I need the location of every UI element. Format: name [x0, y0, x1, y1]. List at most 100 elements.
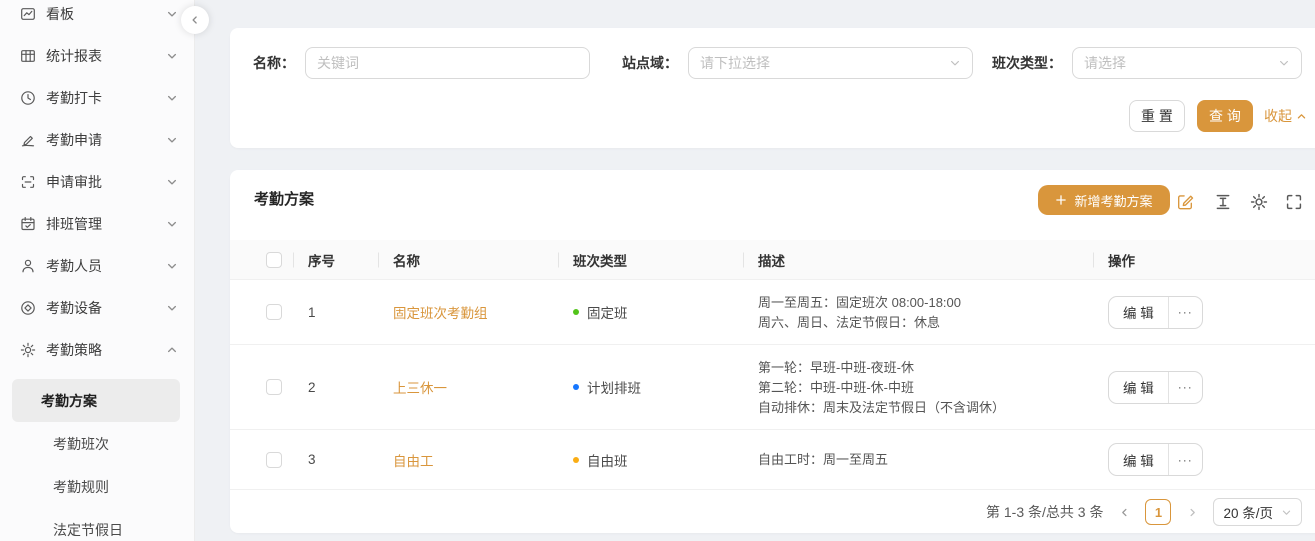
plus-icon	[1055, 194, 1067, 206]
calendar-icon	[20, 216, 36, 232]
name-field-label: 名称：	[247, 53, 295, 73]
edit-button[interactable]: 编 辑	[1109, 297, 1169, 328]
sidebar-item-request[interactable]: 考勤申请	[0, 119, 194, 161]
column-header-name: 名称	[387, 250, 567, 270]
chevron-up-icon	[1296, 111, 1307, 122]
description-line: 周六、周日、法定节假日：休息	[758, 314, 1102, 331]
chevron-left-icon	[189, 14, 201, 26]
pagination-prev-button[interactable]	[1113, 501, 1135, 523]
edit-button[interactable]: 编 辑	[1109, 372, 1169, 403]
sidebar-item-approval[interactable]: 申请审批	[0, 161, 194, 203]
pen-icon	[20, 132, 36, 148]
sidebar-item-personnel[interactable]: 考勤人员	[0, 245, 194, 287]
description-cell: 周一至周五：固定班次 08:00-18:00 周六、周日、法定节假日：休息	[752, 294, 1102, 331]
sidebar-item-label: 考勤打卡	[46, 88, 166, 108]
page-size-value: 20 条/页	[1223, 502, 1273, 522]
edit-button[interactable]: 编 辑	[1109, 444, 1169, 475]
report-table-icon	[20, 48, 36, 64]
status-dot	[573, 457, 579, 463]
site-select[interactable]: 请下拉选择	[688, 47, 973, 79]
sidebar-item-dashboard[interactable]: 看板	[0, 0, 194, 35]
fullscreen-icon[interactable]	[1285, 193, 1303, 211]
pagination-page-1[interactable]: 1	[1145, 499, 1171, 525]
shift-type-select[interactable]: 请选择	[1072, 47, 1302, 79]
sidebar-item-label: 考勤申请	[46, 130, 166, 150]
column-header-actions: 操作	[1102, 250, 1315, 270]
row-checkbox[interactable]	[266, 452, 282, 468]
plan-name-link[interactable]: 自由工	[393, 454, 434, 469]
attendance-plan-table: 序号 名称 班次类型 描述 操作 1 固定班次考勤组 固定班 周一至周五：固定班…	[230, 240, 1315, 490]
description-line: 第二轮：中班-中班-休-中班	[758, 379, 1102, 396]
shift-type-field-label: 班次类型：	[978, 53, 1062, 73]
table-row: 1 固定班次考勤组 固定班 周一至周五：固定班次 08:00-18:00 周六、…	[230, 280, 1315, 345]
chevron-down-icon	[166, 8, 178, 20]
chevron-down-icon	[166, 92, 178, 104]
row-select-cell	[254, 379, 302, 395]
edit-square-icon[interactable]	[1176, 193, 1194, 211]
sidebar-item-label: 统计报表	[46, 46, 166, 66]
row-no: 3	[302, 452, 387, 467]
sidebar-item-devices[interactable]: 考勤设备	[0, 287, 194, 329]
sidebar-menu: 看板 统计报表 考勤打卡	[0, 0, 194, 541]
column-header-shift-type: 班次类型	[567, 250, 752, 270]
reset-button[interactable]: 重 置	[1129, 100, 1185, 132]
column-header-desc: 描述	[752, 250, 1102, 270]
select-all-checkbox[interactable]	[266, 252, 282, 268]
row-action-group: 编 辑 ···	[1108, 443, 1203, 476]
sidebar-subitem-attendance-rules[interactable]: 考勤规则	[12, 465, 180, 508]
submenu-item-label: 法定节假日	[53, 520, 123, 540]
more-actions-button[interactable]: ···	[1169, 372, 1202, 403]
clock-icon	[20, 90, 36, 106]
plan-name-link[interactable]: 上三休一	[393, 381, 447, 396]
select-all-cell	[254, 252, 302, 268]
sidebar-subitem-attendance-plan[interactable]: 考勤方案	[12, 379, 180, 422]
site-select-placeholder: 请下拉选择	[700, 53, 949, 73]
site-field-group: 站点域： 请下拉选择	[614, 47, 973, 79]
more-actions-button[interactable]: ···	[1169, 444, 1202, 475]
gear-icon	[20, 342, 36, 358]
add-attendance-plan-button[interactable]: 新增考勤方案	[1038, 185, 1170, 215]
chevron-down-icon	[166, 218, 178, 230]
row-no: 2	[302, 380, 387, 395]
submenu-item-label: 考勤方案	[41, 391, 97, 411]
actions-cell: 编 辑 ···	[1102, 296, 1315, 329]
row-checkbox[interactable]	[266, 304, 282, 320]
shift-type-label: 自由班	[587, 450, 628, 470]
sidebar-item-clock-in[interactable]: 考勤打卡	[0, 77, 194, 119]
row-checkbox[interactable]	[266, 379, 282, 395]
pagination-next-button[interactable]	[1181, 501, 1203, 523]
description-line: 第一轮：早班-中班-夜班-休	[758, 359, 1102, 376]
sidebar-item-strategy[interactable]: 考勤策略	[0, 329, 194, 371]
sidebar-collapse-button[interactable]	[181, 6, 209, 34]
shift-type-cell: 计划排班	[567, 377, 752, 397]
attendance-plan-panel: 考勤方案 新增考勤方案 序号 名称 班次类型 描述 操作	[230, 170, 1315, 533]
search-button[interactable]: 查 询	[1197, 100, 1253, 132]
chevron-down-icon	[1281, 507, 1292, 518]
filter-actions-row: 重 置 查 询 收起	[230, 100, 1315, 132]
filter-panel: 名称： 站点域： 请下拉选择 班次类型： 请选择 重 置 查 询 收起	[230, 28, 1315, 148]
sidebar: 看板 统计报表 考勤打卡	[0, 0, 195, 541]
sidebar-item-reports[interactable]: 统计报表	[0, 35, 194, 77]
shift-type-label: 固定班	[587, 302, 628, 322]
column-header-no: 序号	[302, 250, 387, 270]
row-select-cell	[254, 452, 302, 468]
shift-type-field-group: 班次类型： 请选择	[978, 47, 1302, 79]
more-actions-button[interactable]: ···	[1169, 297, 1202, 328]
shift-type-select-placeholder: 请选择	[1084, 53, 1278, 73]
page-size-select[interactable]: 20 条/页	[1213, 498, 1302, 526]
shift-type-label: 计划排班	[587, 377, 641, 397]
collapse-filter-link[interactable]: 收起	[1264, 100, 1307, 132]
sidebar-item-label: 考勤设备	[46, 298, 166, 318]
row-height-icon[interactable]	[1214, 193, 1232, 211]
sidebar-item-label: 申请审批	[46, 172, 166, 192]
person-icon	[20, 258, 36, 274]
sidebar-subitem-attendance-shifts[interactable]: 考勤班次	[12, 422, 180, 465]
add-attendance-plan-label: 新增考勤方案	[1074, 191, 1152, 210]
name-input[interactable]	[305, 47, 590, 79]
sidebar-item-scheduling[interactable]: 排班管理	[0, 203, 194, 245]
gear-icon[interactable]	[1250, 193, 1268, 211]
name-field-group: 名称：	[247, 47, 590, 79]
sidebar-subitem-legal-holidays[interactable]: 法定节假日	[12, 508, 180, 541]
plan-name-link[interactable]: 固定班次考勤组	[393, 306, 488, 321]
table-header-row: 序号 名称 班次类型 描述 操作	[230, 240, 1315, 280]
